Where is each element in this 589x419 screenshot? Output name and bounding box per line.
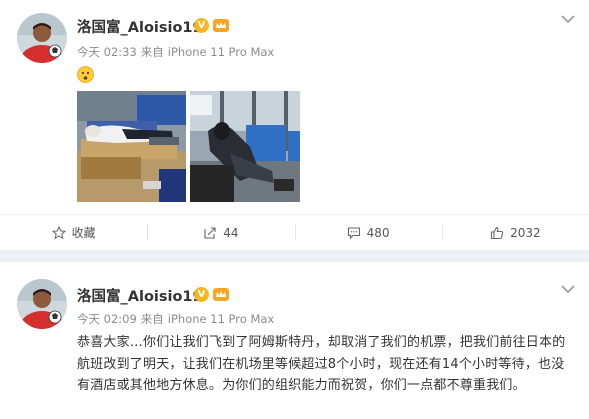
post-action-bar: 收藏 44 480 2032 bbox=[0, 214, 589, 250]
like-button[interactable]: 2032 bbox=[441, 215, 589, 250]
source-prefix: 来自 bbox=[140, 45, 164, 59]
source-prefix: 来自 bbox=[140, 312, 164, 326]
member-crown-icon bbox=[213, 288, 229, 301]
weibo-post: 洛国富_Aloisio19 V 今天 02:33 来自 iPhone 11 Pro … bbox=[0, 0, 589, 250]
favorite-button[interactable]: 收藏 bbox=[0, 215, 147, 250]
user-badges: V bbox=[194, 18, 230, 33]
comment-button[interactable]: 480 bbox=[294, 215, 442, 250]
thumbs-up-icon bbox=[491, 226, 504, 239]
post-separator bbox=[0, 250, 589, 262]
username[interactable]: 洛国富_Aloisio19 bbox=[77, 285, 203, 306]
comment-icon bbox=[347, 226, 360, 239]
verified-badge-icon: V bbox=[194, 287, 209, 302]
member-crown-icon bbox=[213, 19, 229, 32]
chevron-down-icon[interactable] bbox=[561, 285, 575, 294]
sleeping-on-bench-image bbox=[77, 91, 186, 202]
post-time[interactable]: 今天 02:09 bbox=[77, 312, 137, 326]
star-icon bbox=[51, 225, 66, 239]
post-meta: 今天 02:33 来自 iPhone 11 Pro Max bbox=[77, 44, 278, 60]
repost-icon bbox=[204, 226, 216, 239]
user-badges: V bbox=[194, 287, 230, 302]
user-avatar[interactable] bbox=[17, 13, 67, 63]
device-source: iPhone 11 Pro Max bbox=[167, 45, 275, 59]
chevron-down-icon[interactable] bbox=[561, 15, 575, 24]
device-source: iPhone 11 Pro Max bbox=[167, 312, 275, 326]
repost-count: 44 bbox=[223, 225, 239, 240]
post-time[interactable]: 今天 02:33 bbox=[77, 45, 137, 59]
post-meta: 今天 02:09 来自 iPhone 11 Pro Max bbox=[77, 311, 278, 327]
username[interactable]: 洛国富_Aloisio19 bbox=[77, 16, 203, 37]
post-text: 恭喜大家…你们让我们飞到了阿姆斯特丹，却取消了我们的机票，把我们前往日本的航班改… bbox=[77, 335, 566, 393]
post-image-2[interactable] bbox=[190, 91, 300, 202]
sleeping-on-airport-seats-image bbox=[190, 91, 300, 202]
post-image-1[interactable] bbox=[77, 91, 186, 202]
avatar-image bbox=[17, 13, 67, 63]
weibo-post: 洛国富_Aloisio19 V 今天 02:09 来自 iPhone 11 Pro … bbox=[0, 262, 589, 419]
comment-count: 480 bbox=[366, 225, 390, 240]
user-avatar[interactable] bbox=[17, 279, 67, 329]
like-count: 2032 bbox=[510, 225, 541, 240]
favorite-label: 收藏 bbox=[71, 226, 96, 240]
avatar-image bbox=[17, 279, 67, 329]
verified-badge-icon: V bbox=[194, 18, 209, 33]
sad-face-emoji-icon bbox=[77, 66, 94, 83]
repost-button[interactable]: 44 bbox=[147, 215, 294, 250]
